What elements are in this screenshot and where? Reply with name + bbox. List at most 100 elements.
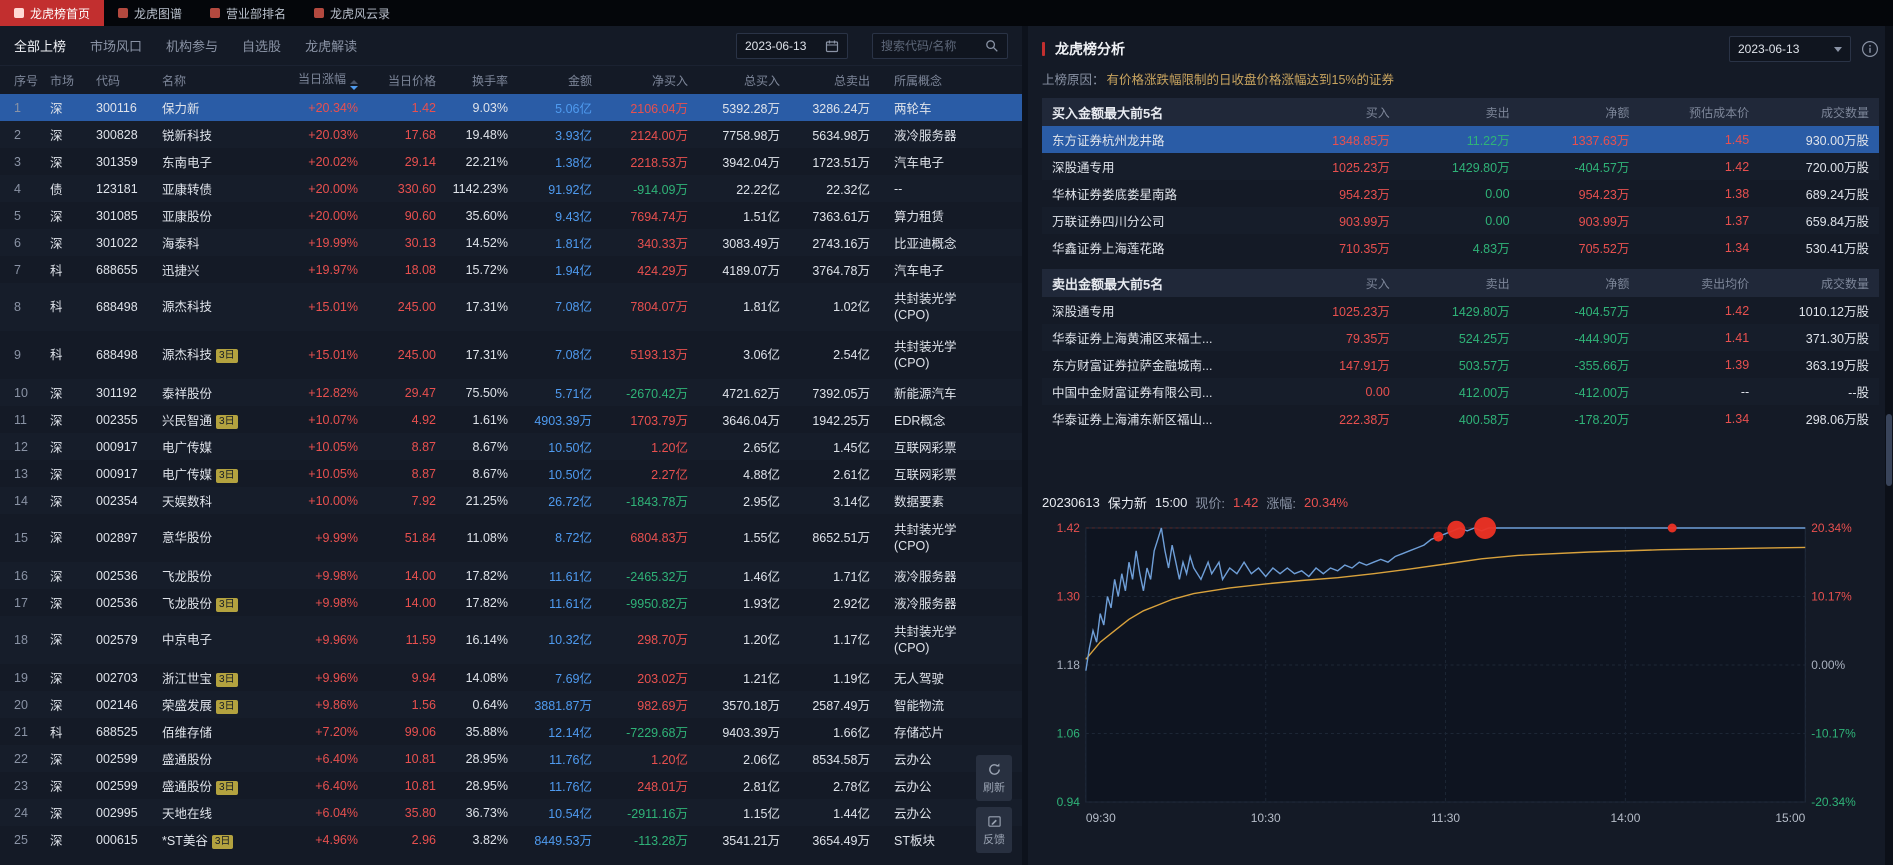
analysis-title: 龙虎榜分析	[1055, 41, 1125, 57]
column-header-4[interactable]: 当日涨幅	[280, 70, 364, 90]
top-tab-chronicle[interactable]: 龙虎风云录	[300, 0, 404, 26]
list-tab-interpretation[interactable]: 龙虎解读	[305, 36, 357, 55]
list-tab-market-wind[interactable]: 市场风口	[90, 36, 142, 55]
analysis-header: 龙虎榜分析 2023-06-13	[1042, 32, 1879, 66]
stock-row-000917[interactable]: 12 深 000917 电广传媒 +10.05% 8.87 8.67% 10.50亿 1.20亿…	[0, 433, 1022, 460]
stock-row-000615[interactable]: 25 深 000615 *ST美谷 3日 +4.96% 2.96 3.82% 8449.53万 -…	[0, 826, 1022, 853]
side-column-header: 卖出	[1485, 105, 1510, 120]
branch-row[interactable]: 华泰证券上海黄浦区来福士... 79.35万 524.25万 -444.90万 1.41…	[1042, 324, 1879, 351]
branch-name: 万联证券四川分公司	[1052, 215, 1165, 229]
stock-row-002355[interactable]: 11 深 002355 兴民智通 3日 +10.07% 4.92 1.61% 4903.39万 1…	[0, 406, 1022, 433]
svg-text:1.06: 1.06	[1057, 726, 1081, 740]
stock-row-688498[interactable]: 9 科 688498 源杰科技 3日 +15.01% 245.00 17.31% 7.08亿 51…	[0, 331, 1022, 379]
chart-date: 20230613	[1042, 494, 1100, 510]
branch-row[interactable]: 华林证券娄底娄星南路 954.23万 0.00 954.23万 1.38 689.24万股	[1042, 180, 1879, 207]
list-tab-watchlist[interactable]: 自选股	[242, 36, 281, 55]
stock-row-300828[interactable]: 2 深 300828 锐新科技 +20.03% 17.68 19.48% 3.93亿 2124.…	[0, 121, 1022, 148]
branch-name: 中国中金财富证券有限公司...	[1052, 386, 1213, 400]
stock-row-123181[interactable]: 4 债 123181 亚康转债 +20.00% 330.60 1142.23% 91.92亿 -…	[0, 175, 1022, 202]
stock-row-002703[interactable]: 19 深 002703 浙江世宝 3日 +9.96% 9.94 14.08% 7.69亿 203.…	[0, 664, 1022, 691]
top-tab-home[interactable]: 龙虎榜首页	[0, 0, 105, 26]
analysis-date-select[interactable]: 2023-06-13	[1729, 36, 1851, 62]
stock-row-688655[interactable]: 7 科 688655 迅捷兴 +19.97% 18.08 15.72% 1.94亿 424.29…	[0, 256, 1022, 283]
svg-text:-20.34%: -20.34%	[1811, 795, 1856, 809]
svg-text:0.00%: 0.00%	[1811, 658, 1845, 672]
top-sellers-table: 卖出金额最大前5名 买入 卖出 净额 卖出均价 成交数量 深股通专用 1025.23万 1429…	[1042, 269, 1879, 432]
branch-name: 东方证券杭州龙井路	[1052, 134, 1165, 148]
svg-text:10.17%: 10.17%	[1811, 589, 1852, 603]
side-column-header: 净额	[1605, 276, 1630, 291]
stock-row-301022[interactable]: 6 深 301022 海泰科 +19.99% 30.13 14.52% 1.81亿 340.33…	[0, 229, 1022, 256]
top-tab-label: 龙虎风云录	[330, 6, 391, 21]
search-box	[872, 32, 1008, 59]
stock-row-301085[interactable]: 5 深 301085 亚康股份 +20.00% 90.60 35.60% 9.43亿 7694.…	[0, 202, 1022, 229]
list-tab-all[interactable]: 全部上榜	[14, 36, 66, 55]
branch-name: 华鑫证券上海莲花路	[1052, 242, 1165, 256]
stock-row-002599[interactable]: 23 深 002599 盛通股份 3日 +6.40% 10.81 28.95% 11.76亿 24…	[0, 772, 1022, 799]
side-column-header: 净额	[1605, 105, 1630, 120]
stock-row-002146[interactable]: 20 深 002146 荣盛发展 3日 +9.86% 1.56 0.64% 3881.87万 98…	[0, 691, 1022, 718]
dragon-tiger-list-panel: 全部上榜 市场风口 机构参与 自选股 龙虎解读 2023-06-13 搜索代码/…	[0, 26, 1022, 865]
date-value: 2023-06-13	[745, 38, 807, 53]
side-column-header: 买入	[1365, 276, 1390, 291]
info-icon[interactable]	[1861, 40, 1879, 58]
branch-row[interactable]: 东方财富证券拉萨金融城南... 147.91万 503.57万 -355.66万 1.3…	[1042, 351, 1879, 378]
list-tab-institution[interactable]: 机构参与	[166, 36, 218, 55]
feedback-button[interactable]: 反馈	[976, 807, 1012, 853]
list-tabs: 全部上榜 市场风口 机构参与 自选股 龙虎解读	[14, 36, 357, 55]
stock-row-688525[interactable]: 21 科 688525 佰维存储 +7.20% 99.06 35.88% 12.14亿 -722…	[0, 718, 1022, 745]
stock-row-688498[interactable]: 8 科 688498 源杰科技 +15.01% 245.00 17.31% 7.08亿 7804…	[0, 283, 1022, 331]
listing-reason: 上榜原因： 有价格涨跌幅限制的日收盘价格涨幅达到15%的证券	[1042, 66, 1879, 90]
branch-row[interactable]: 中国中金财富证券有限公司... 0.00 412.00万 -412.00万 -- --股	[1042, 378, 1879, 405]
intraday-chart-svg: 1.42 20.34% 1.30 10.17% 1.18 0.00% 1.06 -10.17%…	[1057, 517, 1856, 825]
stock-row-002897[interactable]: 15 深 002897 意华股份 +9.99% 51.84 11.08% 8.72亿 6804.…	[0, 514, 1022, 562]
list-toolbar: 全部上榜 市场风口 机构参与 自选股 龙虎解读 2023-06-13	[0, 26, 1022, 66]
chart-title: 20230613 保力新 15:00 现价: 1.42 涨幅: 20.34%	[1042, 490, 1879, 514]
stock-row-300116[interactable]: 1 深 300116 保力新 +20.34% 1.42 9.03% 5.06亿 2106.04万…	[0, 94, 1022, 121]
scrollbar-thumb[interactable]	[1886, 414, 1892, 486]
side-column-header: 卖出均价	[1701, 276, 1750, 291]
date-picker[interactable]: 2023-06-13	[736, 32, 848, 59]
column-header-6: 换手率	[471, 73, 508, 88]
top-tab-map[interactable]: 龙虎图谱	[104, 0, 196, 26]
tab-icon	[118, 8, 129, 18]
top-tab-label: 龙虎榜首页	[30, 6, 91, 21]
column-header-8: 净买入	[651, 73, 688, 88]
search-icon[interactable]	[985, 39, 999, 53]
chart-time: 15:00	[1154, 494, 1188, 510]
stock-row-002995[interactable]: 24 深 002995 天地在线 +6.04% 35.80 36.73% 10.54亿 -291…	[0, 799, 1022, 826]
branch-row[interactable]: 深股通专用 1025.23万 1429.80万 -404.57万 1.42 720.00万…	[1042, 153, 1879, 180]
stock-row-002579[interactable]: 18 深 002579 中京电子 +9.96% 11.59 16.14% 10.32亿 298.…	[0, 616, 1022, 664]
branch-row[interactable]: 万联证券四川分公司 903.99万 0.00 903.99万 1.37 659.84万股	[1042, 207, 1879, 234]
search-input[interactable]	[881, 38, 979, 53]
current-price-label: 现价:	[1195, 495, 1226, 511]
stock-table-body: 1 深 300116 保力新 +20.34% 1.42 9.03% 5.06亿 2106.04万…	[0, 94, 1022, 865]
branch-row[interactable]: 华鑫证券上海莲花路 710.35万 4.83万 705.52万 1.34 530.41万股	[1042, 234, 1879, 261]
refresh-button[interactable]: 刷新	[976, 755, 1012, 801]
stock-row-000917[interactable]: 13 深 000917 电广传媒 3日 +10.05% 8.87 8.67% 10.50亿 2.2…	[0, 460, 1022, 487]
branch-name: 深股通专用	[1052, 161, 1115, 175]
floating-buttons: 刷新 反馈	[976, 755, 1012, 853]
side-table-header: 买入金额最大前5名 买入 卖出 净额 预估成本价 成交数量	[1042, 98, 1879, 126]
branch-row[interactable]: 深股通专用 1025.23万 1429.80万 -404.57万 1.42 1010.12…	[1042, 297, 1879, 324]
branch-row[interactable]: 华泰证券上海浦东新区福山... 222.38万 400.58万 -178.20万 1.3…	[1042, 405, 1879, 432]
three-day-badge: 3日	[211, 835, 234, 849]
stock-row-002536[interactable]: 16 深 002536 飞龙股份 +9.98% 14.00 17.82% 11.61亿 -246…	[0, 562, 1022, 589]
svg-text:11:30: 11:30	[1431, 811, 1460, 825]
feedback-icon	[987, 815, 1001, 827]
stock-row-002354[interactable]: 14 深 002354 天娱数科 +10.00% 7.92 21.25% 26.72亿 -184…	[0, 487, 1022, 514]
stock-row-301359[interactable]: 3 深 301359 东南电子 +20.02% 29.14 22.21% 1.38亿 2218.…	[0, 148, 1022, 175]
three-day-badge: 3日	[216, 700, 238, 714]
scrollbar[interactable]	[1885, 26, 1893, 865]
stock-row-002599[interactable]: 22 深 002599 盛通股份 +6.40% 10.81 28.95% 11.76亿 1.20…	[0, 745, 1022, 772]
stock-row-002536[interactable]: 17 深 002536 飞龙股份 3日 +9.98% 14.00 17.82% 11.61亿 -9…	[0, 589, 1022, 616]
side-table-title: 买入金额最大前5名	[1052, 105, 1164, 121]
refresh-icon	[988, 762, 1000, 775]
top-tab-broker-rank[interactable]: 营业部排名	[196, 0, 300, 26]
column-header-7: 金额	[567, 73, 592, 88]
three-day-badge: 3日	[216, 469, 238, 483]
stock-row-301192[interactable]: 10 深 301192 泰祥股份 +12.82% 29.47 75.50% 5.71亿 -267…	[0, 379, 1022, 406]
branch-row[interactable]: 东方证券杭州龙井路 1348.85万 11.22万 1337.63万 1.45 930.0…	[1042, 126, 1879, 153]
analysis-date-value: 2023-06-13	[1738, 42, 1800, 56]
side-column-header: 成交数量	[1820, 105, 1869, 120]
